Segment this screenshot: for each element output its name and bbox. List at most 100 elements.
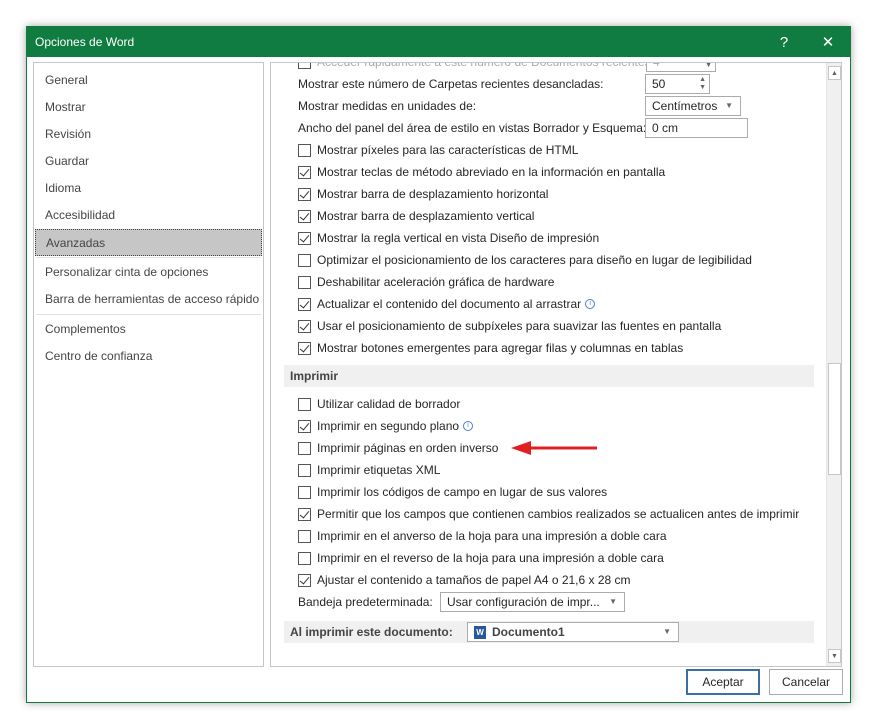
display-option[interactable]: Usar el posicionamiento de subpíxeles pa… [271, 315, 827, 337]
section-header-print: Imprimir [284, 365, 814, 387]
chevron-down-icon[interactable]: ▼ [609, 597, 617, 606]
chevron-down-icon[interactable]: ▼ [725, 101, 733, 110]
recent-documents: Acceder rápidamente a este número de Doc… [271, 62, 827, 73]
default-tray: Bandeja predeterminada: Usar configuració… [271, 591, 827, 613]
checkbox[interactable] [298, 463, 311, 477]
display-option[interactable]: Mostrar teclas de método abreviado en la… [271, 161, 827, 183]
checkbox[interactable] [298, 297, 311, 311]
checkbox[interactable] [298, 209, 311, 223]
info-icon: i [463, 421, 474, 431]
checkbox[interactable] [298, 573, 311, 587]
spinner-icon[interactable]: ▲▼ [699, 76, 706, 92]
print-option[interactable]: Ajustar el contenido a tamaños de papel … [271, 569, 827, 591]
print-option[interactable]: Imprimir los códigos de campo en lugar d… [271, 481, 827, 503]
display-option[interactable]: Mostrar píxeles para las características… [271, 139, 827, 161]
print-option[interactable]: Permitir que los campos que contienen ca… [271, 503, 827, 525]
display-option[interactable]: Deshabilitar aceleración gráfica de hard… [271, 271, 827, 293]
option-label: Utilizar calidad de borrador [317, 397, 461, 411]
print-document-label: Al imprimir este documento: [290, 625, 453, 639]
divider [36, 257, 261, 258]
spinner-icon[interactable]: ▲▼ [705, 63, 712, 70]
checkbox[interactable] [298, 551, 311, 565]
recent-documents-value: 4 [653, 62, 660, 69]
sidebar-item[interactable]: Complementos [34, 316, 263, 343]
close-button[interactable]: ✕ [806, 33, 850, 51]
ok-button[interactable]: Aceptar [686, 669, 760, 695]
vertical-scrollbar[interactable]: ▲ ▼ [826, 63, 841, 666]
print-option[interactable]: Imprimir etiquetas XML [271, 459, 827, 481]
scroll-down-icon[interactable]: ▼ [828, 649, 841, 663]
checkbox[interactable] [298, 143, 311, 157]
checkbox[interactable] [298, 187, 311, 201]
print-option[interactable]: Utilizar calidad de borrador [271, 393, 827, 415]
sidebar-item[interactable]: Idioma [34, 175, 263, 202]
sidebar-item[interactable]: Guardar [34, 148, 263, 175]
sidebar-item[interactable]: Barra de herramientas de acceso rápido [34, 286, 263, 313]
recent-documents-input[interactable]: 4 ▲▼ [646, 62, 716, 72]
field-label: Mostrar medidas en unidades de: [298, 99, 477, 113]
scroll-up-icon[interactable]: ▲ [828, 66, 841, 80]
sidebar-item[interactable]: Mostrar [34, 94, 263, 121]
field-label: Mostrar este número de Carpetas reciente… [298, 77, 604, 91]
checkbox[interactable] [298, 485, 311, 499]
sidebar: General Mostrar Revisión Guardar Idioma Acces… [33, 62, 264, 667]
style-area-width-input[interactable]: 0 cm [645, 118, 748, 138]
title-bar: Opciones de Word ? ✕ [27, 27, 850, 57]
print-option[interactable]: Imprimir páginas en orden inverso [271, 437, 827, 459]
chevron-down-icon[interactable]: ▼ [663, 627, 671, 636]
sidebar-item[interactable]: Accesibilidad [34, 202, 263, 229]
document-value: Documento1 [492, 625, 565, 639]
option-label: Imprimir en segundo plano [317, 419, 460, 433]
checkbox[interactable] [298, 441, 311, 455]
print-option[interactable]: Imprimir en segundo plano i [271, 415, 827, 437]
option-label: Imprimir páginas en orden inverso [317, 441, 499, 455]
checkbox[interactable] [298, 63, 311, 69]
sidebar-item[interactable]: General [34, 67, 263, 94]
option-label: Deshabilitar aceleración gráfica de hard… [317, 275, 555, 289]
sidebar-item[interactable]: Centro de confianza [34, 343, 263, 370]
print-option[interactable]: Imprimir en el anverso de la hoja para u… [271, 525, 827, 547]
display-option[interactable]: Mostrar barra de desplazamiento vertical [271, 205, 827, 227]
display-option[interactable]: Actualizar el contenido del documento al… [271, 293, 827, 315]
units-select-value: Centímetros [652, 99, 718, 113]
style-area-width-value: 0 cm [652, 121, 679, 135]
units-select-input[interactable]: Centímetros ▼ [645, 96, 741, 116]
checkbox[interactable] [298, 507, 311, 521]
checkbox[interactable] [298, 529, 311, 543]
cancel-button[interactable]: Cancelar [769, 669, 843, 695]
advanced-options-panel: Acceder rápidamente a este número de Doc… [270, 62, 842, 667]
display-option[interactable]: Mostrar botones emergentes para agregar … [271, 337, 827, 359]
option-label: Mostrar botones emergentes para agregar … [317, 341, 684, 355]
option-label: Mostrar barra de desplazamiento horizont… [317, 187, 549, 201]
display-option[interactable]: Optimizar el posicionamiento de los cara… [271, 249, 827, 271]
option-label: Mostrar barra de desplazamiento vertical [317, 209, 535, 223]
sidebar-item[interactable]: Personalizar cinta de opciones [34, 259, 263, 286]
checkbox[interactable] [298, 253, 311, 267]
sidebar-item[interactable]: Revisión [34, 121, 263, 148]
help-button[interactable]: ? [762, 34, 806, 51]
default-tray-input[interactable]: Usar configuración de impr... ▼ [440, 592, 625, 612]
option-label: Mostrar la regla vertical en vista Diseñ… [317, 231, 600, 245]
option-label: Usar el posicionamiento de subpíxeles pa… [317, 319, 722, 333]
display-option[interactable]: Mostrar barra de desplazamiento horizont… [271, 183, 827, 205]
sidebar-item[interactable]: Avanzadas [35, 229, 262, 256]
print-document-section: Al imprimir este documento: W Documento1 ▼ [284, 621, 814, 643]
display-option[interactable]: Mostrar la regla vertical en vista Diseñ… [271, 227, 827, 249]
dialog-title: Opciones de Word [35, 35, 135, 49]
checkbox[interactable] [298, 341, 311, 355]
checkbox[interactable] [298, 419, 311, 433]
option-label: Imprimir etiquetas XML [317, 463, 441, 477]
checkbox[interactable] [298, 231, 311, 245]
field-label: Ancho del panel del área de estilo en vi… [298, 121, 647, 135]
checkbox[interactable] [298, 397, 311, 411]
units-select: Mostrar medidas en unidades de: Centímetr… [271, 95, 827, 117]
checkbox[interactable] [298, 319, 311, 333]
checkbox[interactable] [298, 165, 311, 179]
document-select[interactable]: W Documento1 ▼ [467, 622, 679, 642]
print-option[interactable]: Imprimir en el reverso de la hoja para u… [271, 547, 827, 569]
option-label: Imprimir los códigos de campo en lugar d… [317, 485, 608, 499]
recent-folders-input[interactable]: 50 ▲ ▼ [645, 74, 710, 94]
checkbox[interactable] [298, 275, 311, 289]
scroll-thumb[interactable] [828, 363, 841, 475]
option-label: Permitir que los campos que contienen ca… [317, 507, 800, 521]
